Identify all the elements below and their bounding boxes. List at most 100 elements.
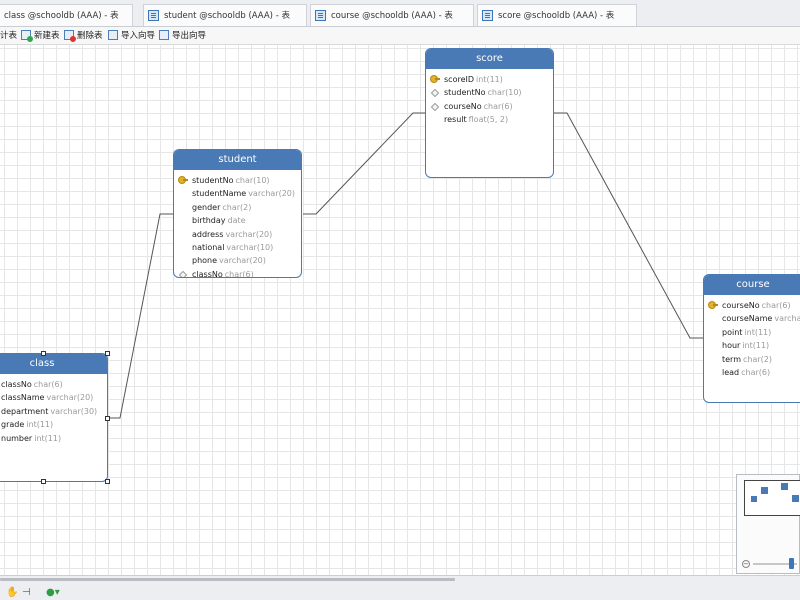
field-type: varchar(10) [226, 242, 274, 252]
link-score-student[interactable] [303, 112, 426, 215]
design-table-button[interactable]: 计表 [0, 29, 17, 43]
resize-handle[interactable] [41, 351, 46, 356]
diamond-icon [178, 270, 188, 277]
er-designer-window: class @schooldb (AAA) - 表 student @schoo… [0, 0, 800, 600]
field-row[interactable]: scoreID int(11) [426, 73, 553, 86]
table-title: score [426, 49, 553, 69]
new-table-button[interactable]: 新建表 [21, 29, 60, 43]
table-icon [148, 10, 159, 21]
zoom-out-icon[interactable]: − [742, 560, 750, 568]
import-wizard-button[interactable]: 导入向导 [108, 29, 155, 43]
field-row[interactable]: department varchar(30) [0, 405, 107, 418]
field-type: float(5, 2) [468, 115, 509, 125]
field-row[interactable]: studentName varchar(20) [174, 187, 301, 200]
export-wizard-label: 导出向导 [172, 31, 207, 41]
field-row[interactable]: studentNo char(10) [426, 86, 553, 99]
field-row[interactable]: address varchar(20) [174, 228, 301, 241]
export-icon [159, 30, 169, 40]
resize-handle[interactable] [105, 416, 110, 421]
table-score[interactable]: score scoreID int(11) studentNo char(10) c… [425, 48, 554, 178]
link-student-class[interactable] [108, 213, 174, 419]
tab-label: score @schooldb (AAA) - 表 [498, 11, 615, 21]
field-type: date [227, 216, 246, 226]
field-row[interactable]: number int(11) [0, 432, 107, 445]
field-row[interactable]: birthday date [174, 214, 301, 227]
table-course[interactable]: course courseNochar(6) courseNamevarchar… [703, 274, 800, 403]
field-row[interactable]: phone varchar(20) [174, 254, 301, 267]
tab-bar: class @schooldb (AAA) - 表 student @schoo… [0, 0, 800, 27]
field-name: studentNo [444, 88, 486, 98]
table-title: class [0, 354, 107, 374]
field-row[interactable]: lead char(6) [704, 366, 800, 379]
field-list: courseNochar(6) courseNamevarchar(20) po… [704, 295, 800, 379]
field-row[interactable]: grade int(11) [0, 418, 107, 431]
field-row[interactable]: point int(11) [704, 326, 800, 339]
field-row[interactable]: hour int(11) [704, 339, 800, 352]
tab-class[interactable]: class @schooldb (AAA) - 表 [0, 4, 133, 26]
field-row[interactable]: className varchar(20) [0, 391, 107, 404]
design-table-label: 计表 [0, 31, 18, 41]
field-name: hour [722, 341, 741, 351]
table-title: student [174, 150, 301, 170]
new-table-icon [21, 30, 33, 42]
resize-handle[interactable] [105, 479, 110, 484]
field-name: gender [192, 202, 221, 212]
color-picker-icon[interactable]: ●▾ [46, 587, 60, 598]
field-type: varchar(30) [50, 406, 98, 416]
field-type: int(11) [742, 341, 770, 351]
resize-handle[interactable] [105, 351, 110, 356]
mini-table [761, 487, 768, 494]
field-row[interactable]: result float(5, 2) [426, 113, 553, 126]
tab-course[interactable]: course @schooldb (AAA) - 表 [310, 4, 474, 26]
hand-tool-icon[interactable]: ✋ [6, 587, 18, 598]
field-type: char(6) [224, 269, 254, 278]
field-type: varchar(20) [248, 189, 296, 199]
mini-table [792, 495, 799, 502]
diagram-canvas[interactable]: score scoreID int(11) studentNo char(10) c… [0, 45, 800, 575]
field-type: int(11) [476, 75, 503, 84]
field-name: courseNo [722, 301, 760, 310]
table-student[interactable]: student studentNo char(10) studentName var… [173, 149, 302, 278]
field-row[interactable]: national varchar(10) [174, 241, 301, 254]
field-name: classNo [1, 380, 32, 389]
field-name: classNo [192, 269, 223, 278]
tab-student[interactable]: student @schooldb (AAA) - 表 [143, 4, 307, 26]
tab-score[interactable]: score @schooldb (AAA) - 表 [477, 4, 637, 26]
table-icon [482, 10, 493, 21]
field-type: char(2) [222, 202, 252, 212]
status-bar: ✋ ⊣ ●▾ [0, 575, 800, 600]
diamond-icon [430, 89, 440, 98]
field-name: grade [1, 420, 25, 430]
import-wizard-label: 导入向导 [121, 31, 156, 41]
field-row[interactable]: studentNo char(10) [174, 174, 301, 187]
overview-panel[interactable]: − [736, 474, 800, 574]
diamond-icon [430, 102, 440, 112]
field-type: char(6) [33, 380, 63, 389]
field-row[interactable]: courseNo char(6) [704, 299, 800, 312]
field-row[interactable]: gender char(2) [174, 201, 301, 214]
table-class[interactable]: class classNo char(6) className varchar(20… [0, 353, 108, 482]
field-name: address [192, 229, 224, 239]
field-name: studentNo [192, 176, 234, 185]
field-name: birthday [192, 216, 226, 226]
field-name: term [722, 354, 741, 364]
table-title: course [704, 275, 800, 295]
resize-handle[interactable] [41, 479, 46, 484]
delete-table-button[interactable]: 删除表 [64, 29, 103, 43]
horizontal-scrollbar[interactable] [0, 578, 455, 581]
field-row[interactable]: classNo char(6) [174, 268, 301, 278]
field-name: lead [722, 367, 740, 377]
key-icon [430, 75, 440, 84]
link-score-course[interactable] [553, 112, 704, 339]
export-wizard-button[interactable]: 导出向导 [159, 29, 206, 43]
zoom-slider-thumb[interactable] [789, 558, 794, 569]
field-row[interactable]: term char(2) [704, 353, 800, 366]
field-type: varchar(20) [219, 256, 266, 266]
field-name: studentName [192, 189, 247, 199]
field-row[interactable]: classNo char(6) [0, 378, 107, 391]
connector-tool-icon[interactable]: ⊣ [22, 587, 31, 598]
overview-viewport[interactable] [744, 480, 800, 516]
field-row[interactable]: courseNamevarchar(20) [704, 312, 800, 325]
field-row[interactable]: courseNo char(6) [426, 100, 553, 113]
key-icon [178, 176, 188, 185]
